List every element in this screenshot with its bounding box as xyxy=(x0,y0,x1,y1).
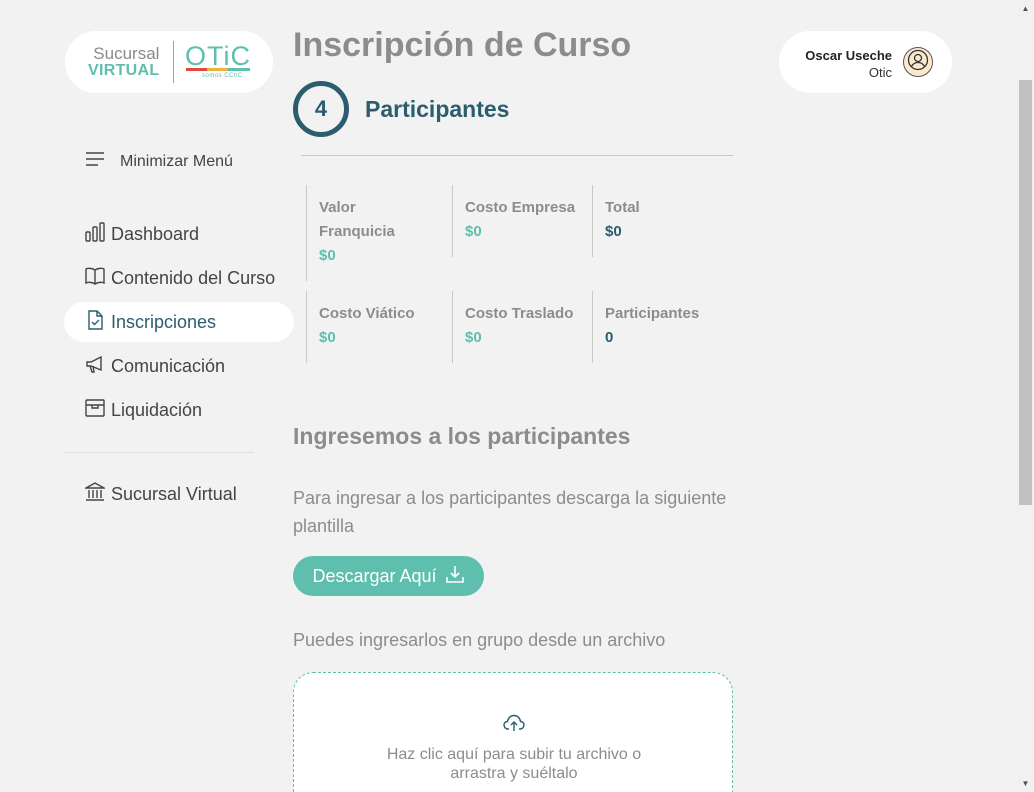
download-button[interactable]: Descargar Aquí xyxy=(293,556,484,596)
scroll-up-arrow-icon[interactable]: ▲ xyxy=(1017,0,1034,17)
group-upload-hint: Puedes ingresarlos en grupo desde un arc… xyxy=(293,630,666,650)
sidebar-item-comunicacion[interactable]: Comunicación xyxy=(64,346,294,386)
minimize-menu-button[interactable]: Minimizar Menú xyxy=(86,152,233,171)
sidebar-item-label: Inscripciones xyxy=(111,311,217,332)
cost-card: Valor Franquicia $0 xyxy=(306,185,452,281)
step-number: 4 xyxy=(293,81,349,137)
book-icon xyxy=(85,266,105,291)
sidebar-item-dashboard[interactable]: Dashboard xyxy=(64,214,294,254)
cost-value: $0 xyxy=(465,223,482,240)
cost-label: Costo Viático xyxy=(319,305,415,322)
scroll-down-arrow-icon[interactable]: ▼ xyxy=(1017,775,1034,792)
sidebar-extra: Sucursal Virtual xyxy=(64,474,294,518)
cost-card: Costo Empresa $0 xyxy=(452,185,592,257)
avatar[interactable] xyxy=(903,47,933,77)
step-divider xyxy=(301,155,733,156)
cost-card: Total $0 xyxy=(592,185,732,257)
logo-text: Sucursal VIRTUAL xyxy=(88,45,159,79)
vertical-scrollbar[interactable]: ▲ ▼ xyxy=(1017,0,1034,792)
sidebar-item-label: Sucursal Virtual xyxy=(111,483,237,504)
sidebar-item-liquidacion[interactable]: Liquidación xyxy=(64,390,294,430)
cost-value: 0 xyxy=(605,329,614,346)
page-title: Inscripción de Curso xyxy=(293,26,632,64)
sidebar-item-label: Comunicación xyxy=(111,355,226,376)
cost-card: Costo Traslado $0 xyxy=(452,291,592,363)
sidebar-item-contenido[interactable]: Contenido del Curso xyxy=(64,258,294,298)
cost-card: Participantes 0 xyxy=(592,291,732,363)
cost-card: Costo Viático $0 xyxy=(306,291,452,363)
sidebar-nav: Dashboard Contenido del Curso Inscripcio… xyxy=(64,214,294,434)
sidebar-divider xyxy=(64,452,254,453)
logo-line2: VIRTUAL xyxy=(88,62,160,79)
step-label: Participantes xyxy=(365,96,510,122)
minimize-menu-label: Minimizar Menú xyxy=(120,152,233,170)
cost-label: Costo Empresa xyxy=(465,199,576,216)
megaphone-icon xyxy=(85,354,105,379)
cost-label: Total xyxy=(605,199,640,216)
user-menu[interactable]: Oscar Useche Otic xyxy=(779,31,952,93)
archive-icon xyxy=(85,398,105,423)
sidebar-item-inscripciones[interactable]: Inscripciones xyxy=(64,302,294,342)
scrollbar-thumb[interactable] xyxy=(1019,80,1032,505)
cost-value: $0 xyxy=(319,247,336,264)
bar-chart-icon xyxy=(85,221,105,247)
sidebar-item-label: Contenido del Curso xyxy=(111,267,276,288)
sidebar-item-label: Dashboard xyxy=(111,223,200,244)
download-label: Descargar Aquí xyxy=(312,565,437,586)
download-icon xyxy=(445,564,465,589)
file-check-icon xyxy=(85,309,105,335)
logo-divider xyxy=(173,41,174,83)
cloud-upload-icon xyxy=(503,714,525,737)
user-name: Oscar Useche xyxy=(805,48,892,63)
user-icon xyxy=(907,49,929,76)
file-upload-dropzone[interactable]: Haz clic aquí para subir tu archivo o ar… xyxy=(293,672,733,792)
cost-label: Valor Franquicia xyxy=(319,199,395,240)
sidebar-item-label: Liquidación xyxy=(111,399,203,420)
logo-sub: somos CChC xyxy=(202,73,243,79)
cost-label: Costo Traslado xyxy=(465,305,574,322)
section-description: Para ingresar a los participantes descar… xyxy=(293,488,727,536)
menu-icon xyxy=(86,152,104,171)
cost-label: Participantes xyxy=(605,305,700,322)
user-organization: Otic xyxy=(868,65,892,80)
section-title: Ingresemos a los participantes xyxy=(293,423,631,449)
logo[interactable]: Sucursal VIRTUAL OTiC somos CChC xyxy=(65,31,273,93)
bank-icon xyxy=(83,481,107,507)
upload-instructions: Haz clic aquí para subir tu archivo o ar… xyxy=(386,746,642,782)
logo-line1: Sucursal xyxy=(93,44,160,63)
cost-value: $0 xyxy=(319,329,336,346)
cost-value: $0 xyxy=(605,223,622,240)
cost-value: $0 xyxy=(465,329,482,346)
logo-color-bar xyxy=(186,68,250,71)
sidebar-item-sucursal-virtual[interactable]: Sucursal Virtual xyxy=(64,474,294,514)
